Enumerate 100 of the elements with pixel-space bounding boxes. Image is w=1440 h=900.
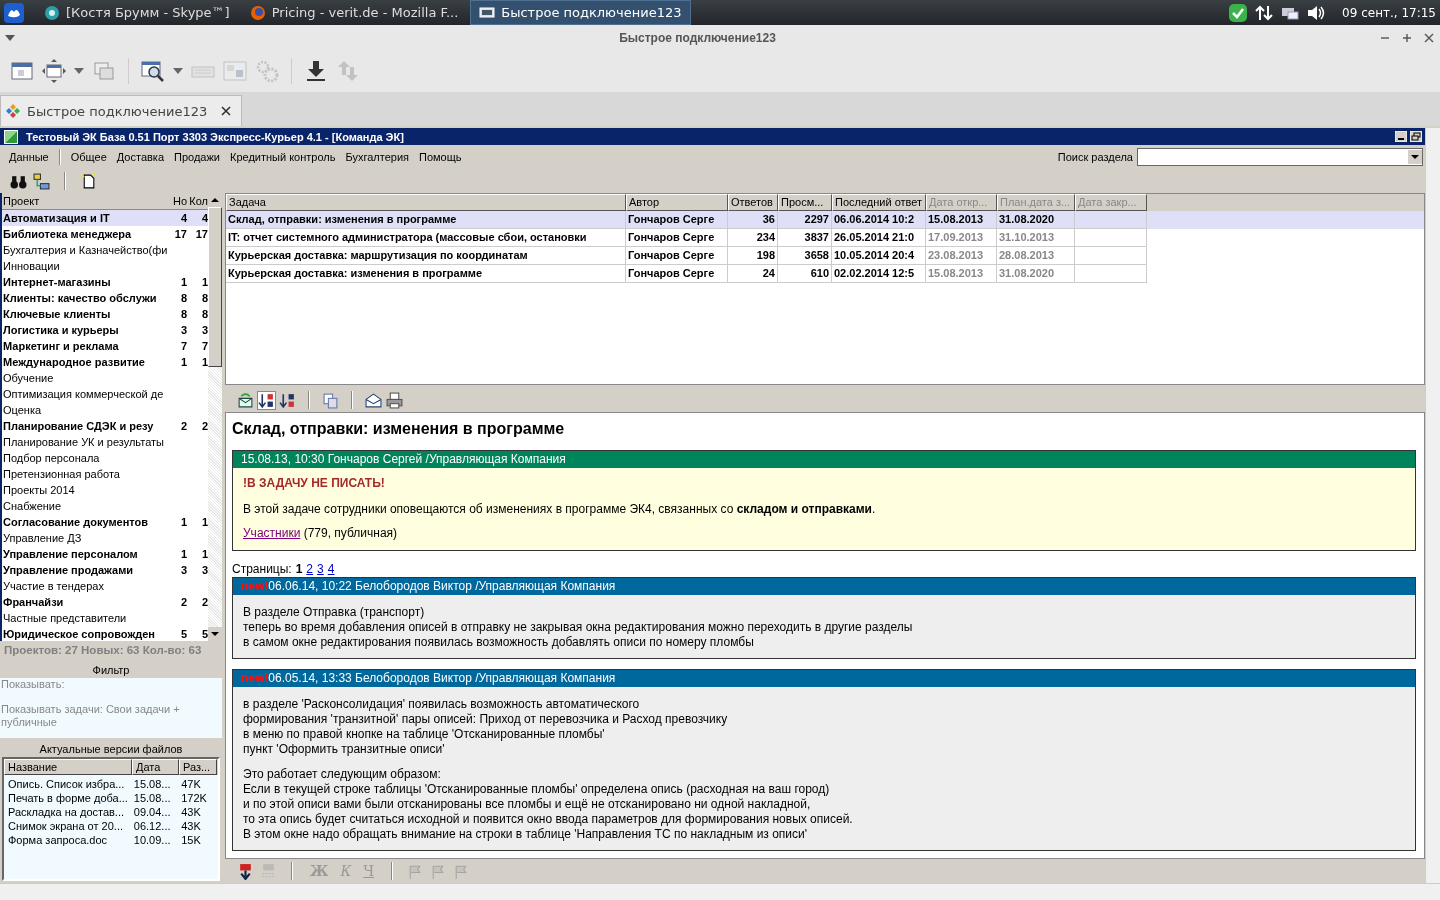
task-title: Склад, отправки: изменения в программе xyxy=(232,419,566,439)
taskbar-button[interactable]: Быстрое подключение123 xyxy=(470,0,691,25)
page-link[interactable]: 1 xyxy=(295,562,303,576)
project-row[interactable]: Планирование СДЭК и резу 2 2 xyxy=(2,418,208,434)
page-link[interactable]: 3 xyxy=(317,562,324,576)
task-row[interactable]: Склад, отправки: изменения в программе Гончаров Серге 36 2297 06.06.2014 10:2 15.08.2013 31.08.2020 xyxy=(226,211,1424,229)
close-tab-icon[interactable] xyxy=(221,106,232,116)
project-row[interactable]: Интернет-магазины 1 1 xyxy=(2,274,208,290)
shield-check-icon[interactable] xyxy=(1228,2,1249,23)
diamonds-icon xyxy=(5,103,21,119)
post-meta: 06.05.14, 13:33 Белобородов Виктор /Управляющая Компания xyxy=(268,670,616,687)
app-title: Тестовый ЭК База 0.51 Порт 3303 Экспресс-Курьер 4.1 - [Команда ЭК] xyxy=(26,130,405,143)
restore-icon[interactable] xyxy=(1410,131,1422,142)
project-row[interactable]: Юридическое сопровожден 5 5 xyxy=(2,626,208,642)
column-header[interactable]: Ответов xyxy=(728,194,778,211)
mail-icon[interactable] xyxy=(365,391,382,409)
project-row[interactable]: Участие в тендерах xyxy=(2,578,208,594)
project-row[interactable]: Проекты 2014 xyxy=(2,482,208,498)
copy-icon[interactable] xyxy=(322,391,339,409)
zoom-window-icon[interactable] xyxy=(141,59,165,83)
menu-item[interactable]: Общее xyxy=(65,151,112,163)
column-header[interactable]: Автор xyxy=(626,194,728,211)
sort-az-icon[interactable] xyxy=(258,391,275,409)
project-row[interactable]: Управление персоналом 1 1 xyxy=(2,546,208,562)
menu-item[interactable]: Помощь xyxy=(414,151,467,163)
project-row[interactable]: Частные представители xyxy=(2,610,208,626)
task-row[interactable]: Курьерская доставка: маршрутизация по координатам Гончаров Серге 198 3658 10.05.2014 20:4 23.08.2013 28.08.2013 xyxy=(226,247,1424,265)
file-row[interactable]: Снимок экрана от 20... 06.12... 43K xyxy=(6,819,218,833)
column-header[interactable]: Задача xyxy=(226,194,626,211)
project-row[interactable]: Снабжение xyxy=(2,498,208,514)
project-row[interactable]: Управление ДЗ xyxy=(2,530,208,546)
projects-summary: Проектов: 27 Новых: 63 Кол-во: 63 xyxy=(3,643,203,658)
menu-item[interactable]: Кредитный контроль xyxy=(225,151,341,163)
project-row[interactable]: Планирование УК и результаты xyxy=(2,434,208,450)
file-row[interactable]: Опись. Список избра... 15.08... 47K xyxy=(6,777,218,791)
resize-window-icon[interactable] xyxy=(42,59,66,83)
menu-item[interactable]: Доставка xyxy=(111,151,170,163)
menu-item[interactable]: Продажи xyxy=(169,151,225,163)
file-row[interactable]: Форма запроса.doc 10.09... 15K xyxy=(6,833,218,847)
dropdown-caret-icon[interactable] xyxy=(1408,150,1422,164)
project-row[interactable]: Согласование документов 1 1 xyxy=(2,514,208,530)
close-icon[interactable] xyxy=(1424,32,1434,43)
column-header[interactable]: Дата xyxy=(132,759,179,775)
project-row[interactable]: Клиенты: качество обслужи 8 8 xyxy=(2,290,208,306)
column-header[interactable]: Но xyxy=(166,195,187,207)
project-row[interactable]: Инновации xyxy=(2,258,208,274)
insert-down-icon[interactable] xyxy=(237,862,254,880)
maximize-icon[interactable] xyxy=(1402,32,1412,43)
clock[interactable]: 09 сент., 17:15 xyxy=(1342,5,1436,20)
project-row[interactable]: Автоматизация и IT 4 4 xyxy=(2,210,208,226)
project-row[interactable]: Оценка xyxy=(2,402,208,418)
taskbar-button[interactable]: [Костя Брумм - Skype™] xyxy=(36,1,238,24)
tree-structure-icon[interactable] xyxy=(33,172,50,190)
download-icon[interactable] xyxy=(304,59,328,83)
menu-item[interactable]: Данные xyxy=(4,151,54,163)
window-menu-icon[interactable] xyxy=(5,34,15,41)
project-row[interactable]: Подбор персонала xyxy=(2,450,208,466)
project-row[interactable]: Библиотека менеджера 17 17 xyxy=(2,226,208,242)
column-header[interactable]: Просм... xyxy=(778,194,832,211)
page-link[interactable]: 4 xyxy=(327,562,335,576)
calendar-window-icon[interactable] xyxy=(10,59,34,83)
sort-descending-icon[interactable] xyxy=(279,391,296,409)
column-header[interactable]: Последний ответ xyxy=(832,194,926,211)
envelope-refresh-icon[interactable] xyxy=(237,391,254,409)
file-row[interactable]: Раскладка на достав... 09.04... 43K xyxy=(6,805,218,819)
scrollbar-thumb[interactable] xyxy=(208,207,222,367)
project-row[interactable]: Франчайзи 2 2 xyxy=(2,594,208,610)
project-row[interactable]: Маркетинг и реклама 7 7 xyxy=(2,338,208,354)
scroll-down-icon[interactable] xyxy=(208,627,222,641)
project-row[interactable]: Ключевые клиенты 8 8 xyxy=(2,306,208,322)
search-label: Поиск раздела xyxy=(1057,151,1133,163)
scrollbar[interactable] xyxy=(1425,128,1440,883)
task-row[interactable]: Курьерская доставка: изменения в программе Гончаров Серге 24 610 02.02.2014 12:5 15.08.2013 31.08.2020 xyxy=(226,265,1424,283)
task-row[interactable]: IT: отчет системного администратора (массовые сбои, остановки Гончаров Серге 234 3837 26.05.2014 21:0 17.09.2013 31.10.2013 xyxy=(226,229,1424,247)
scrollbar[interactable] xyxy=(0,883,1440,900)
session-tab[interactable]: Быстрое подключение123 xyxy=(0,95,243,126)
column-header[interactable]: Раз... xyxy=(179,759,217,775)
column-header[interactable]: Название xyxy=(4,759,132,775)
print-icon[interactable] xyxy=(386,391,403,409)
project-row[interactable]: Бухгалтерия и Казначейство(фи xyxy=(2,242,208,258)
new-label: new! xyxy=(241,578,269,595)
project-row[interactable]: Логистика и курьеры 3 3 xyxy=(2,322,208,338)
new-document-icon[interactable] xyxy=(80,172,97,190)
taskbar-button[interactable]: Pricing - verit.de - Mozilla F... xyxy=(241,1,467,24)
page-link[interactable]: 2 xyxy=(306,562,314,576)
project-row[interactable]: Претензионная работа xyxy=(2,466,208,482)
post-text: В разделе Отправка (транспорт) теперь во время добавления описей в отправку не закрывая окна редактирования можно переходить в другие разделы в самом окне редактирования появилась возможность добавлять описи по номеру пломбы xyxy=(243,605,914,650)
minimize-icon[interactable] xyxy=(1395,131,1407,142)
menu-item[interactable]: Бухгалтерия xyxy=(340,151,415,163)
column-header[interactable]: Кол xyxy=(187,195,208,207)
project-row[interactable]: Оптимизация коммерческой де xyxy=(2,386,208,402)
section-search-field[interactable] xyxy=(1137,148,1423,166)
column-header[interactable]: Проект xyxy=(2,195,166,207)
project-row[interactable]: Международное развитие 1 1 xyxy=(2,354,208,370)
project-row[interactable]: Обучение xyxy=(2,370,208,386)
project-row[interactable]: Управление продажами 3 3 xyxy=(2,562,208,578)
post-meta: 06.06.14, 10:22 Белобородов Виктор /Управляющая Компания xyxy=(268,578,616,595)
file-row[interactable]: Печать в форме доба... 15.08... 172K xyxy=(6,791,218,805)
start-menu-icon[interactable] xyxy=(4,2,24,23)
participants-link[interactable]: Участники xyxy=(243,526,301,540)
